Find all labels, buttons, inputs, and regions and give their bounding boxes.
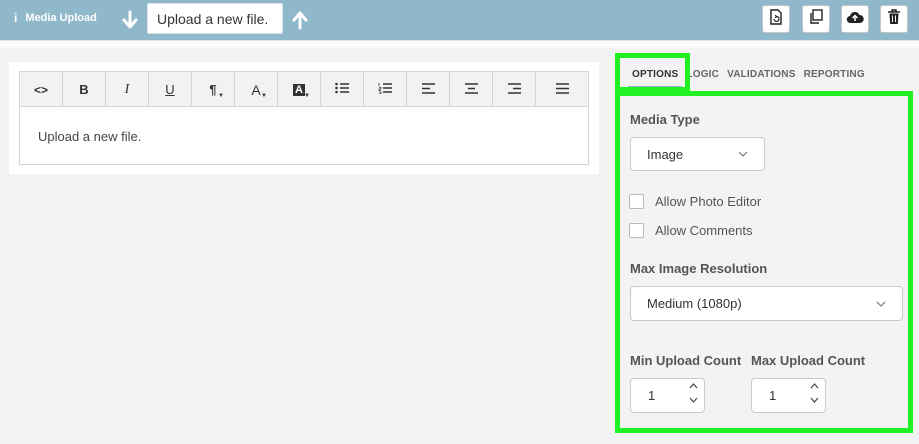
align-center-button[interactable] [450, 72, 493, 107]
underline-button[interactable]: U [149, 72, 192, 107]
rich-text-editor: <> B I U ¶ ▼ A ▼ A ▼ Upload a new file. [19, 71, 589, 165]
move-up-icon[interactable] [291, 10, 309, 30]
editor-content[interactable]: Upload a new file. [20, 107, 588, 166]
info-icon[interactable]: i [14, 11, 17, 25]
align-center-icon [464, 82, 478, 97]
code-view-button[interactable]: <> [20, 72, 63, 107]
paragraph-format-button[interactable]: ¶ ▼ [192, 72, 235, 107]
justify-button[interactable] [536, 72, 588, 107]
underline-icon: U [165, 82, 175, 97]
delete-button[interactable] [880, 5, 908, 33]
caret-down-icon: ▼ [218, 93, 224, 99]
question-text-input[interactable]: Upload a new file. [147, 3, 283, 34]
move-down-icon[interactable] [121, 10, 139, 30]
italic-button[interactable]: I [106, 72, 149, 107]
align-left-icon [421, 82, 435, 97]
editor-toolbar: <> B I U ¶ ▼ A ▼ A ▼ [20, 72, 588, 107]
italic-icon: I [124, 81, 130, 97]
ordered-list-button[interactable] [364, 72, 407, 107]
numbered-list-icon [378, 82, 392, 97]
cloud-upload-button[interactable] [841, 5, 869, 33]
trash-icon [887, 8, 901, 30]
question-type-label: Media Upload [25, 12, 97, 24]
cloud-upload-icon [846, 10, 864, 29]
align-left-button[interactable] [407, 72, 450, 107]
background-color-button[interactable]: A ▼ [278, 72, 321, 107]
file-refresh-button[interactable] [762, 5, 790, 33]
copy-button[interactable] [802, 5, 830, 33]
copy-icon [808, 8, 824, 30]
highlight-box-options [615, 91, 913, 433]
caret-down-icon: ▼ [261, 93, 267, 99]
file-refresh-icon [769, 8, 783, 30]
bold-icon: B [79, 82, 89, 97]
tab-validations[interactable]: VALIDATIONS [723, 62, 800, 88]
question-type-title: i Media Upload [14, 11, 97, 25]
tab-reporting[interactable]: REPORTING [800, 62, 869, 88]
font-color-button[interactable]: A ▼ [235, 72, 278, 107]
font-color-icon: A [251, 81, 261, 98]
topbar-divider [0, 40, 919, 48]
bullet-list-icon [335, 82, 349, 97]
top-bar: i Media Upload Upload a new file. [0, 0, 919, 40]
editor-card: <> B I U ¶ ▼ A ▼ A ▼ Upload a new file. [9, 62, 599, 174]
code-icon: <> [33, 82, 48, 97]
align-justify-icon [555, 82, 569, 97]
unordered-list-button[interactable] [321, 72, 364, 107]
align-right-icon [507, 82, 521, 97]
highlight-box-tab [615, 53, 690, 92]
caret-down-icon: ▼ [304, 93, 310, 99]
paragraph-icon: ¶ [209, 82, 217, 97]
align-right-button[interactable] [493, 72, 536, 107]
bold-button[interactable]: B [63, 72, 106, 107]
